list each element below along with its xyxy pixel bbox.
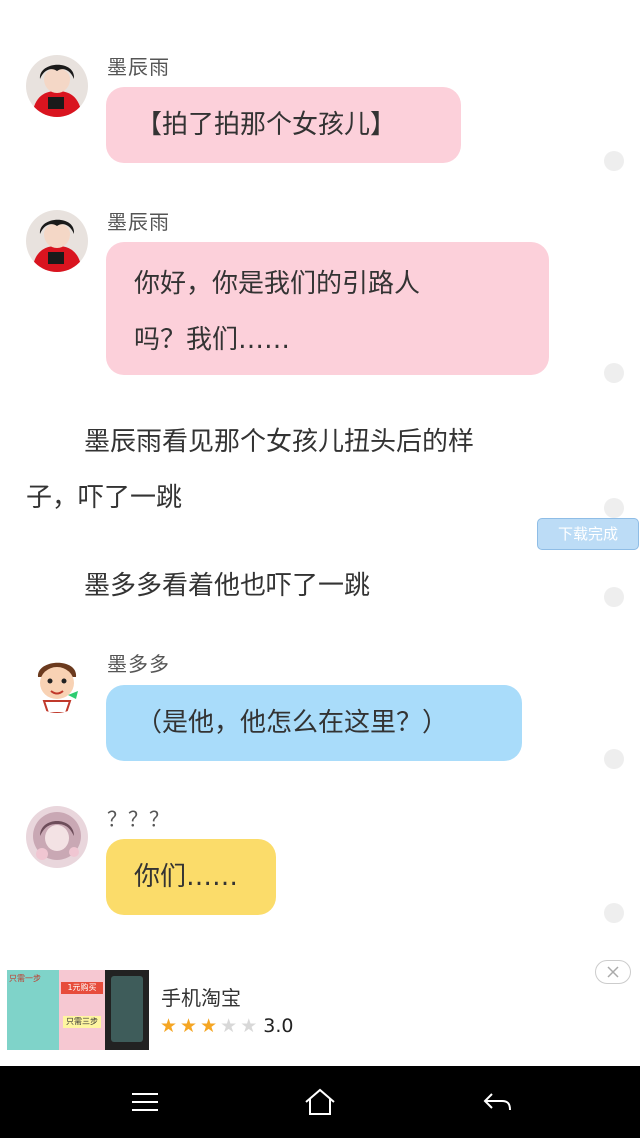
message-text: （是他，他怎么在这里？） <box>136 708 449 738</box>
menu-icon <box>132 1093 158 1111</box>
back-icon <box>483 1093 511 1111</box>
ad-rating-value: 3.0 <box>263 1015 294 1037</box>
message-bubble: 你们…… <box>106 839 276 915</box>
star-icon: ★ <box>160 1015 178 1037</box>
home-icon <box>305 1088 335 1115</box>
narration-line: 子，吓了一跳 <box>26 483 183 513</box>
message-text-line: 你好，你是我们的引路人 <box>134 269 421 299</box>
close-icon <box>607 966 619 978</box>
message-dot <box>604 363 624 383</box>
ad-rating-stars: ★ ★ ★ ★ ★ 3.0 <box>160 1015 293 1037</box>
message-sender: 墨辰雨 <box>107 210 170 234</box>
message-dot <box>604 151 624 171</box>
narration-paragraph: 墨辰雨看见那个女孩儿扭头后的样 子，吓了一跳 <box>26 414 566 526</box>
ad-app-name[interactable]: 手机淘宝 <box>161 982 241 1011</box>
message-dot <box>604 498 624 518</box>
narration-line: 墨多多看着他也吓了一跳 <box>84 571 371 601</box>
avatar-moduoduo[interactable] <box>26 651 88 713</box>
message-dot <box>604 903 624 923</box>
star-icon: ★ <box>200 1015 218 1037</box>
star-icon: ★ <box>240 1015 258 1037</box>
narration-paragraph: 墨多多看着他也吓了一跳 <box>84 558 370 614</box>
system-navigation-bar <box>0 1066 640 1138</box>
avatar-mochenyu[interactable] <box>26 210 88 272</box>
download-complete-badge[interactable]: 下载完成 <box>537 518 639 550</box>
avatar-mochenyu[interactable] <box>26 55 88 117</box>
nav-back-button[interactable] <box>476 1080 520 1124</box>
message-sender: ？？？ <box>107 807 170 831</box>
message-dot <box>604 587 624 607</box>
message-sender: 墨多多 <box>107 652 170 676</box>
ad-image-panel: 只需一步 <box>7 970 59 1050</box>
narration-line: 墨辰雨看见那个女孩儿扭头后的样 <box>84 427 475 457</box>
ad-image-panel: 1元购买 只需三步 <box>59 970 105 1050</box>
ad-close-button[interactable] <box>595 960 631 984</box>
phone-image <box>105 970 149 1050</box>
avatar-unknown[interactable] <box>26 806 88 868</box>
message-sender: 墨辰雨 <box>107 55 170 79</box>
message-bubble: （是他，他怎么在这里？） <box>106 685 522 761</box>
ad-banner[interactable]: 只需一步 1元购买 只需三步 手机淘宝 ★ ★ ★ ★ ★ 3.0 <box>0 960 640 1060</box>
ad-image-caption: 1元购买 <box>61 982 103 994</box>
message-text: 你们…… <box>134 862 239 892</box>
message-bubble: 【拍了拍那个女孩儿】 <box>106 87 461 163</box>
message-bubble: 你好，你是我们的引路人 吗？我们…… <box>106 242 549 375</box>
download-complete-label: 下载完成 <box>557 525 618 543</box>
star-icon: ★ <box>180 1015 198 1037</box>
message-text: 【拍了拍那个女孩儿】 <box>136 110 397 140</box>
nav-menu-button[interactable] <box>123 1080 167 1124</box>
message-dot <box>604 749 624 769</box>
nav-home-button[interactable] <box>298 1080 342 1124</box>
star-icon: ★ <box>220 1015 238 1037</box>
ad-image-caption: 只需一步 <box>9 974 41 983</box>
ad-image[interactable]: 只需一步 1元购买 只需三步 <box>7 970 149 1050</box>
message-text-line: 吗？我们…… <box>134 325 291 355</box>
ad-image-caption: 只需三步 <box>63 1016 101 1028</box>
